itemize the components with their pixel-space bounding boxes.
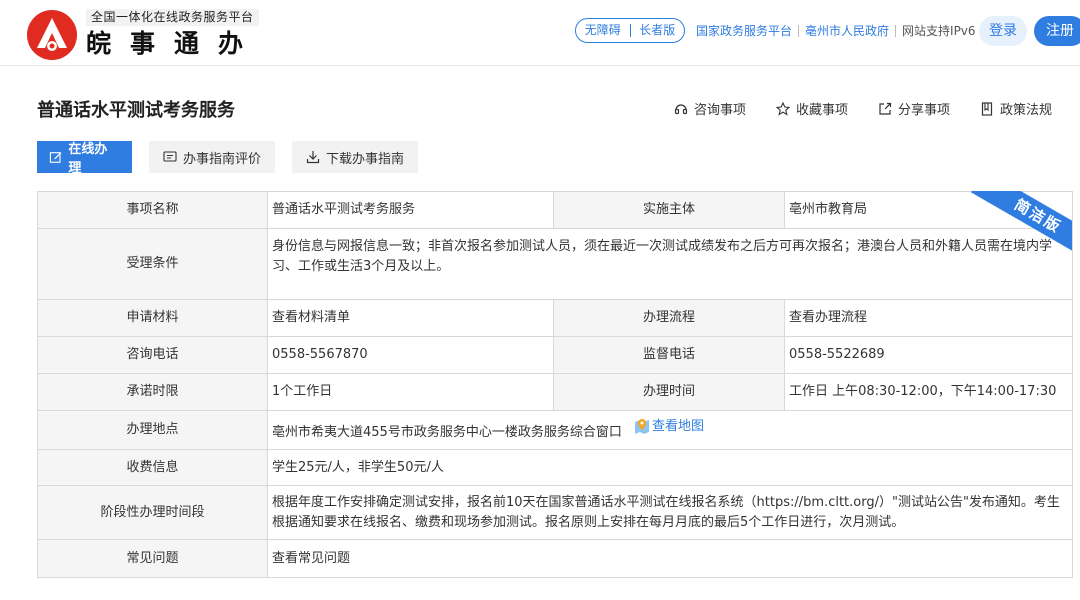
policy-label: 政策法规 <box>999 103 1052 118</box>
supervise-label: 监督电话 <box>553 336 785 374</box>
page-title: 普通话水平测试考务服务 <box>37 100 235 121</box>
location-cell: 亳州市希夷大道455号市政务服务中心一楼政务服务综合窗口 查看地图 <box>267 410 1073 450</box>
comment-icon <box>163 151 177 162</box>
table-row: 办理地点 亳州市希夷大道455号市政务服务中心一楼政务服务综合窗口 查看地图 <box>37 410 1073 450</box>
elder-mode-link[interactable]: 长者版 <box>631 19 685 42</box>
phone-label: 咨询电话 <box>37 336 268 374</box>
ribbon-container: 简洁版 <box>960 191 1072 251</box>
conditions-value: 身份信息与网报信息一致；非首次报名参加测试人员，须在最近一次测试成绩发布之后方可… <box>267 228 1073 300</box>
consult-label: 咨询事项 <box>693 103 746 118</box>
share-action[interactable]: 分享事项 <box>878 99 950 118</box>
title-actions: 咨询事项 收藏事项 分享事项 政策法规 <box>674 99 1052 118</box>
materials-link[interactable]: 查看材料清单 <box>267 299 554 337</box>
download-icon <box>306 151 320 164</box>
download-guide-label: 下载办事指南 <box>326 151 405 167</box>
site-name[interactable]: 皖事通办 <box>86 28 262 60</box>
table-row: 事项名称 普通话水平测试考务服务 实施主体 亳州市教育局 <box>37 191 1073 229</box>
subject-label: 实施主体 <box>553 191 785 229</box>
headset-icon <box>674 103 688 114</box>
guide-evaluation-button[interactable]: 办事指南评价 <box>149 141 276 173</box>
hours-value: 工作日 上午08:30-12:00，下午14:00-17:30 <box>784 373 1073 411</box>
guide-evaluation-label: 办事指南评价 <box>183 151 262 167</box>
table-row: 承诺时限 1个工作日 办理时间 工作日 上午08:30-12:00，下午14:0… <box>37 373 1073 411</box>
login-button[interactable]: 登录 <box>979 16 1027 46</box>
limit-label: 承诺时限 <box>37 373 268 411</box>
site-logo-icon[interactable] <box>26 9 78 61</box>
limit-value: 1个工作日 <box>267 373 554 411</box>
table-row: 受理条件 身份信息与网报信息一致；非首次报名参加测试人员，须在最近一次测试成绩发… <box>37 228 1073 300</box>
table-row: 阶段性办理时间段 根据年度工作安排确定测试安排，报名前10天在国家普通话水平测试… <box>37 485 1073 540</box>
consult-action[interactable]: 咨询事项 <box>674 99 746 118</box>
share-icon <box>879 102 892 115</box>
materials-label: 申请材料 <box>37 299 268 337</box>
fee-value: 学生25元/人，非学生50元/人 <box>267 449 1073 486</box>
process-link[interactable]: 查看办理流程 <box>784 299 1073 337</box>
ipv6-note: 网站支持IPv6 <box>902 24 976 38</box>
download-guide-button[interactable]: 下载办事指南 <box>292 141 419 173</box>
supervise-value: 0558-5522689 <box>784 336 1073 374</box>
star-icon <box>775 101 790 116</box>
book-icon <box>981 101 993 116</box>
online-apply-button[interactable]: 在线办理 <box>37 141 132 176</box>
map-pin-icon <box>634 419 649 434</box>
faq-link[interactable]: 查看常见问题 <box>267 539 1073 578</box>
site-header: 全国一体化在线政务服务平台 皖事通办 无障碍 长者版 国家政务服务平台 亳州市人… <box>0 0 1080 66</box>
table-row: 常见问题 查看常见问题 <box>37 539 1073 578</box>
share-label: 分享事项 <box>897 103 950 118</box>
service-info-table: 事项名称 普通话水平测试考务服务 实施主体 亳州市教育局 受理条件 身份信息与网… <box>37 191 1073 578</box>
item-name-label: 事项名称 <box>37 191 268 229</box>
platform-tag: 全国一体化在线政务服务平台 <box>86 9 259 26</box>
simple-version-ribbon[interactable]: 简洁版 <box>970 191 1072 251</box>
table-row: 咨询电话 0558-5567870 监督电话 0558-5522689 <box>37 336 1073 374</box>
edit-icon <box>49 152 62 163</box>
table-row: 收费信息 学生25元/人，非学生50元/人 <box>37 449 1073 486</box>
national-platform-link[interactable]: 国家政务服务平台 <box>690 22 798 39</box>
fee-label: 收费信息 <box>37 449 268 486</box>
phone-value: 0558-5567870 <box>267 336 554 374</box>
item-name-value: 普通话水平测试考务服务 <box>267 191 554 229</box>
process-label: 办理流程 <box>553 299 785 337</box>
view-map-label: 查看地图 <box>651 419 704 434</box>
location-value: 亳州市希夷大道455号市政务服务中心一楼政务服务综合窗口 <box>272 425 622 440</box>
hours-label: 办理时间 <box>553 373 785 411</box>
favorite-label: 收藏事项 <box>795 103 848 118</box>
policy-action[interactable]: 政策法规 <box>980 99 1052 118</box>
location-label: 办理地点 <box>37 410 268 450</box>
stage-value: 根据年度工作安排确定测试安排，报名前10天在国家普通话水平测试在线报名系统（ht… <box>267 485 1073 540</box>
view-map-link[interactable]: 查看地图 <box>634 417 704 437</box>
favorite-action[interactable]: 收藏事项 <box>775 99 848 118</box>
accessibility-group: 无障碍 长者版 <box>575 18 685 43</box>
faq-label: 常见问题 <box>37 539 268 578</box>
table-row: 申请材料 查看材料清单 办理流程 查看办理流程 <box>37 299 1073 337</box>
top-links: 国家政务服务平台 亳州市人民政府 网站支持IPv6 <box>690 22 982 39</box>
accessibility-link[interactable]: 无障碍 <box>576 19 630 42</box>
conditions-label: 受理条件 <box>37 228 268 300</box>
register-button[interactable]: 注册 <box>1034 16 1080 46</box>
stage-label: 阶段性办理时间段 <box>37 485 268 540</box>
city-government-link[interactable]: 亳州市人民政府 <box>799 22 895 39</box>
action-buttons: 在线办理 办事指南评价 下载办事指南 <box>37 141 419 176</box>
online-apply-label: 在线办理 <box>68 142 108 176</box>
